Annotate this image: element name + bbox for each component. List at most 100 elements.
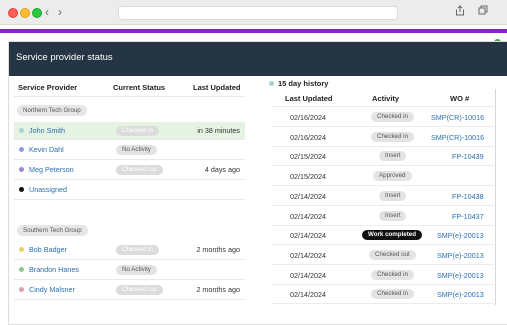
status-dot [19, 167, 24, 172]
provider-name[interactable]: Unassigned [29, 185, 67, 194]
row-divider [272, 146, 494, 147]
column-header-last-updated: Last Updated [193, 83, 241, 92]
row-divider [272, 205, 494, 206]
provider-row[interactable]: John Smith Checked in in 38 minutes [14, 122, 245, 139]
work-order-link[interactable]: SMP(e)-20013 [437, 251, 484, 260]
status-panel: Service provider status Service Provider… [8, 41, 507, 325]
column-header-provider: Service Provider [18, 83, 78, 92]
share-icon[interactable] [454, 5, 466, 17]
provider-row[interactable]: Bob Badger Checked in 2 months ago [14, 241, 245, 258]
tabs-icon[interactable] [477, 5, 489, 17]
provider-name[interactable]: Meg Peterson [29, 165, 74, 174]
status-badge: Checked out [116, 285, 163, 295]
provider-row[interactable]: Brandon Hanes No Activity [14, 261, 245, 278]
row-divider [272, 244, 494, 245]
provider-row[interactable]: Cindy Malsner Checked out 2 months ago [14, 281, 245, 298]
group-label-southern: Southern Tech Group [17, 225, 88, 236]
header-divider [272, 106, 494, 107]
column-header-activity: Activity [372, 94, 400, 103]
work-order-link[interactable]: FP-10437 [452, 212, 484, 221]
history-date: 02/14/2024 [290, 251, 326, 260]
back-button[interactable]: ‹ [45, 5, 49, 19]
provider-name[interactable]: Bob Badger [29, 245, 67, 254]
row-divider [272, 284, 494, 285]
work-order-link[interactable]: SMP(e)-20013 [437, 231, 484, 240]
history-date: 02/15/2024 [290, 152, 326, 161]
status-badge: No Activity [116, 265, 157, 275]
status-dot [19, 128, 24, 133]
work-order-link[interactable]: SMP(CR)-10016 [431, 113, 484, 122]
row-divider [272, 165, 494, 166]
work-order-link[interactable]: SMP(e)-20013 [437, 290, 484, 299]
last-updated: 2 months ago [196, 245, 240, 254]
group-label-northern: Northern Tech Group [17, 105, 87, 116]
status-dot [19, 187, 24, 192]
work-order-link[interactable]: FP-10438 [452, 192, 484, 201]
zoom-window-button[interactable] [32, 8, 42, 18]
row-divider [14, 259, 245, 260]
status-dot [19, 267, 24, 272]
activity-badge: Checked out [369, 250, 416, 260]
provider-name[interactable]: Cindy Malsner [29, 285, 75, 294]
status-badge: Checked out [116, 165, 163, 175]
minimize-window-button[interactable] [20, 8, 30, 18]
row-divider [14, 179, 245, 180]
status-dot [19, 287, 24, 292]
activity-badge: Checked in [371, 270, 414, 280]
close-window-button[interactable] [8, 8, 18, 18]
row-divider [14, 159, 245, 160]
provider-row[interactable]: Meg Peterson Checked out 4 days ago [14, 161, 245, 178]
history-date: 02/14/2024 [290, 192, 326, 201]
status-badge: No Activity [116, 145, 157, 155]
provider-name[interactable]: John Smith [29, 126, 65, 135]
work-order-link[interactable]: SMP(CR)-10016 [431, 133, 484, 142]
row-divider [272, 126, 494, 127]
status-dot [19, 147, 24, 152]
activity-badge: Insert [379, 151, 407, 161]
last-updated: 4 days ago [204, 165, 240, 174]
brand-accent-bar [0, 29, 507, 33]
activity-badge: Work completed [362, 230, 423, 240]
provider-name[interactable]: Brandon Hanes [29, 265, 79, 274]
row-divider [14, 299, 245, 300]
provider-row[interactable]: Kevin Dahl No Activity [14, 141, 245, 158]
row-divider [14, 139, 245, 140]
activity-badge: Checked in [371, 112, 414, 122]
row-divider [272, 225, 494, 226]
last-updated: 2 months ago [196, 285, 240, 294]
status-badge: Checked in [116, 126, 159, 136]
work-order-link[interactable]: SMP(e)-20013 [437, 271, 484, 280]
history-date: 02/14/2024 [290, 231, 326, 240]
browser-toolbar: ‹ › [0, 0, 507, 25]
last-updated: in 38 minutes [197, 126, 240, 135]
history-date: 02/16/2024 [290, 133, 326, 142]
history-date: 02/14/2024 [290, 271, 326, 280]
provider-name[interactable]: Kevin Dahl [29, 145, 64, 154]
work-order-link[interactable]: FP-10439 [452, 152, 484, 161]
history-date: 02/16/2024 [290, 113, 326, 122]
scrollbar[interactable] [495, 89, 500, 305]
status-dot [19, 247, 24, 252]
row-divider [14, 199, 245, 200]
address-bar[interactable] [118, 6, 398, 20]
history-date: 02/15/2024 [290, 172, 326, 181]
activity-badge: Approved [373, 171, 412, 181]
status-badge: Checked in [116, 245, 159, 255]
activity-badge: Insert [379, 191, 407, 201]
history-date: 02/14/2024 [290, 290, 326, 299]
panel-header: Service provider status [9, 42, 507, 76]
history-title: 15 day history [278, 79, 329, 88]
provider-row[interactable]: Unassigned [14, 181, 245, 198]
activity-badge: Insert [379, 211, 407, 221]
row-divider [272, 303, 494, 304]
panel-title: Service provider status [16, 52, 113, 63]
history-dot [269, 81, 274, 86]
column-header-date: Last Updated [285, 94, 333, 103]
activity-badge: Checked in [371, 289, 414, 299]
history-date: 02/14/2024 [290, 212, 326, 221]
row-divider [272, 264, 494, 265]
column-header-status: Current Status [113, 83, 166, 92]
forward-button[interactable]: › [58, 5, 62, 19]
row-divider [272, 185, 494, 186]
row-divider [14, 279, 245, 280]
